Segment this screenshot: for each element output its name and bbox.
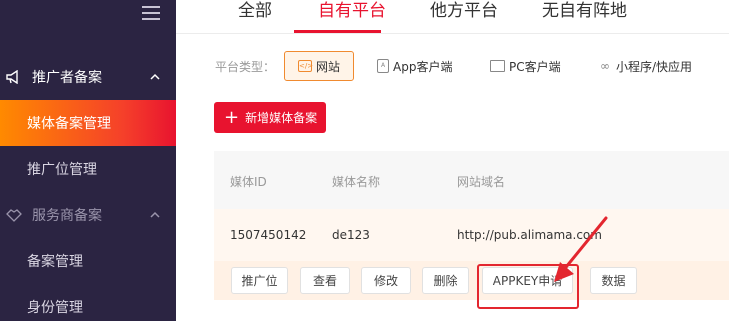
- sidebar-item-label: 推广位管理: [27, 162, 97, 178]
- platform-option-label: PC客户端: [509, 59, 561, 74]
- tab-all[interactable]: 全部: [238, 0, 272, 21]
- sidebar-item-label: 备案管理: [27, 254, 83, 270]
- table-header: 媒体ID 媒体名称 网站域名: [214, 151, 729, 209]
- sidebar-section-promoter[interactable]: 推广者备案: [0, 54, 176, 100]
- platform-option-miniapp[interactable]: ∞ 小程序/快应用: [600, 51, 692, 81]
- column-header-media-id: 媒体ID: [230, 175, 267, 189]
- delete-button[interactable]: 删除: [422, 267, 469, 294]
- chevron-up-icon: [150, 211, 160, 218]
- platform-option-label: 小程序/快应用: [616, 59, 693, 74]
- sidebar-item-adzone[interactable]: 推广位管理: [0, 146, 176, 192]
- view-button[interactable]: 查看: [300, 267, 350, 294]
- sidebar-section-label: 服务商备案: [32, 208, 102, 224]
- platform-tabs: 全部 自有平台 他方平台 无自有阵地: [176, 0, 729, 34]
- row-actions: 推广位 查看 修改 删除 APPKEY申请 数据: [214, 261, 729, 300]
- tab-own-platform[interactable]: 自有平台: [318, 0, 386, 21]
- handshake-icon: [6, 209, 22, 222]
- platform-option-label: 网站: [315, 59, 340, 74]
- adzone-button[interactable]: 推广位: [231, 267, 288, 294]
- sidebar-item-filing-management[interactable]: 备案管理: [0, 238, 176, 284]
- sidebar-item-media-filing[interactable]: 媒体备案管理: [0, 100, 176, 146]
- add-button-label: 新增媒体备案: [245, 111, 318, 125]
- cell-media-name: de123: [332, 228, 370, 242]
- web-icon: </>: [297, 60, 314, 72]
- sidebar: 推广者备案 媒体备案管理 推广位管理 服务商备案 备案管理 身份管理: [0, 0, 176, 321]
- tab-other-platform[interactable]: 他方平台: [430, 0, 498, 21]
- platform-option-web[interactable]: </> 网站: [284, 51, 354, 81]
- chevron-up-icon: [150, 73, 160, 80]
- platform-option-label: App客户端: [393, 59, 453, 74]
- link-icon: ∞: [600, 59, 610, 73]
- plus-icon: +: [224, 106, 240, 128]
- sidebar-section-label: 推广者备案: [32, 70, 102, 86]
- tab-no-own-position[interactable]: 无自有阵地: [542, 0, 627, 21]
- menu-toggle-icon[interactable]: [142, 6, 160, 22]
- app-icon: A: [377, 59, 389, 73]
- platform-option-pc[interactable]: PC客户端: [490, 51, 561, 81]
- annotation-arrow-icon: [554, 216, 608, 282]
- cell-media-id: 1507450142: [230, 228, 307, 242]
- pc-icon: [490, 60, 505, 72]
- sidebar-item-identity-management[interactable]: 身份管理: [0, 284, 176, 321]
- sidebar-item-label: 媒体备案管理: [27, 116, 111, 132]
- edit-button[interactable]: 修改: [361, 267, 411, 294]
- column-header-media-name: 媒体名称: [332, 175, 381, 189]
- add-media-filing-button[interactable]: + 新增媒体备案: [214, 102, 326, 133]
- column-header-domain: 网站域名: [457, 175, 506, 189]
- megaphone-icon: [6, 70, 18, 84]
- platform-type-label: 平台类型：: [215, 60, 276, 74]
- active-tab-indicator: [294, 30, 381, 33]
- platform-option-app[interactable]: A App客户端: [377, 51, 452, 81]
- sidebar-section-service-provider[interactable]: 服务商备案: [0, 192, 176, 238]
- sidebar-item-label: 身份管理: [27, 300, 83, 316]
- table-row: 1507450142 de123 http://pub.alimama.com: [214, 209, 729, 261]
